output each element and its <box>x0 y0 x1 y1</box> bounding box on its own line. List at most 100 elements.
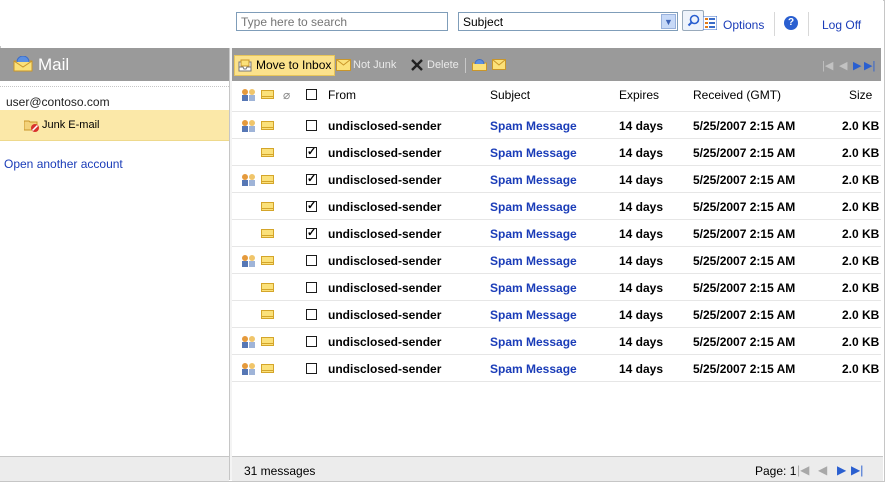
envelope-icon <box>261 202 274 211</box>
message-expires: 14 days <box>619 281 664 295</box>
mail-header: Mail <box>0 48 229 81</box>
column-expires[interactable]: Expires <box>619 88 659 102</box>
message-subject[interactable]: Spam Message <box>490 173 577 187</box>
message-from: undisclosed-sender <box>328 254 442 268</box>
row-checkbox[interactable] <box>306 145 317 158</box>
row-checkbox[interactable] <box>306 120 317 131</box>
message-row[interactable]: undisclosed-sender Spam Message 14 days 5/2… <box>232 274 881 301</box>
message-expires: 14 days <box>619 227 664 241</box>
top-divider <box>774 12 775 36</box>
message-row[interactable]: undisclosed-sender Spam Message 14 days 5/2… <box>232 301 881 328</box>
message-size: 2.0 KB <box>842 173 880 187</box>
search-input[interactable] <box>236 12 448 31</box>
toolbar-divider <box>465 58 466 73</box>
row-checkbox[interactable] <box>306 255 317 266</box>
attachment-icon[interactable]: ⌀ <box>283 88 290 102</box>
message-from: undisclosed-sender <box>328 308 442 322</box>
help-icon[interactable]: ? <box>784 16 798 30</box>
message-from: undisclosed-sender <box>328 119 442 133</box>
row-checkbox[interactable] <box>306 336 317 347</box>
envelope-icon <box>261 364 274 373</box>
message-subject[interactable]: Spam Message <box>490 200 577 214</box>
row-checkbox[interactable] <box>306 172 317 185</box>
message-row[interactable]: undisclosed-sender Spam Message 14 days 5/2… <box>232 139 881 166</box>
message-from: undisclosed-sender <box>328 200 442 214</box>
row-checkbox[interactable] <box>306 363 317 374</box>
page-number: Page: 1 <box>755 464 797 478</box>
message-received: 5/25/2007 2:15 AM <box>693 308 796 322</box>
message-subject[interactable]: Spam Message <box>490 281 577 295</box>
last-page-icon[interactable]: ▶| <box>864 59 875 72</box>
message-expires: 14 days <box>619 335 664 349</box>
message-subject[interactable]: Spam Message <box>490 146 577 160</box>
row-checkbox[interactable] <box>306 226 317 239</box>
row-checkbox[interactable] <box>306 282 317 293</box>
folder-junk-email[interactable]: Junk E-mail <box>0 110 229 141</box>
message-received: 5/25/2007 2:15 AM <box>693 173 796 187</box>
mail-title: Mail <box>38 55 70 74</box>
message-row[interactable]: undisclosed-sender Spam Message 14 days 5/2… <box>232 112 881 139</box>
options-icon[interactable] <box>703 16 717 30</box>
not-junk-button[interactable]: Not Junk <box>353 59 396 71</box>
message-received: 5/25/2007 2:15 AM <box>693 146 796 160</box>
next-page-icon[interactable]: ▶ <box>853 59 861 72</box>
message-from: undisclosed-sender <box>328 281 442 295</box>
message-received: 5/25/2007 2:15 AM <box>693 335 796 349</box>
row-checkbox[interactable] <box>306 309 317 320</box>
message-row[interactable]: undisclosed-sender Spam Message 14 days 5/2… <box>232 247 881 274</box>
delete-button[interactable]: Delete <box>427 59 459 71</box>
column-received[interactable]: Received (GMT) <box>693 88 781 102</box>
message-count: 31 messages <box>244 464 316 478</box>
mail-icon <box>13 56 33 72</box>
folder-label: Junk E-mail <box>42 119 100 131</box>
message-received: 5/25/2007 2:15 AM <box>693 119 796 133</box>
search-button[interactable] <box>682 10 704 31</box>
message-row[interactable]: undisclosed-sender Spam Message 14 days 5/2… <box>232 328 881 355</box>
envelope-icon <box>261 337 274 346</box>
people-icon <box>242 363 255 375</box>
magnifier-icon <box>687 14 700 27</box>
next-page-icon[interactable]: ▶ <box>837 463 846 477</box>
check-messages-icon[interactable] <box>472 58 487 71</box>
options-link[interactable]: Options <box>723 18 764 32</box>
prev-page-icon: ◀ <box>818 463 828 477</box>
message-type-icon[interactable] <box>261 90 274 99</box>
message-from: undisclosed-sender <box>328 227 442 241</box>
message-size: 2.0 KB <box>842 281 880 295</box>
message-subject[interactable]: Spam Message <box>490 254 577 268</box>
message-row[interactable]: undisclosed-sender Spam Message 14 days 5/2… <box>232 355 881 382</box>
message-subject[interactable]: Spam Message <box>490 227 577 241</box>
message-received: 5/25/2007 2:15 AM <box>693 281 796 295</box>
delete-icon <box>411 59 423 71</box>
new-message-icon[interactable] <box>492 59 506 70</box>
message-row[interactable]: undisclosed-sender Spam Message 14 days 5/2… <box>232 193 881 220</box>
open-another-account-link[interactable]: Open another account <box>4 157 123 171</box>
importance-icon[interactable] <box>240 88 260 101</box>
message-from: undisclosed-sender <box>328 146 442 160</box>
move-to-inbox-button[interactable]: Move to Inbox <box>234 55 336 76</box>
message-expires: 14 days <box>619 254 664 268</box>
column-from[interactable]: From <box>328 88 356 102</box>
message-row[interactable]: undisclosed-sender Spam Message 14 days 5/2… <box>232 220 881 247</box>
envelope-icon <box>261 256 274 265</box>
top-divider <box>808 12 809 36</box>
select-all-checkbox[interactable] <box>306 89 317 100</box>
people-icon <box>242 174 255 186</box>
column-size[interactable]: Size <box>849 88 872 102</box>
message-row[interactable]: undisclosed-sender Spam Message 14 days 5/2… <box>232 166 881 193</box>
account-name[interactable]: user@contoso.com <box>6 95 110 109</box>
last-page-icon[interactable]: ▶| <box>851 463 863 477</box>
message-size: 2.0 KB <box>842 335 880 349</box>
search-field-select[interactable]: Subject ▼ <box>458 12 678 31</box>
column-subject[interactable]: Subject <box>490 88 530 102</box>
logoff-link[interactable]: Log Off <box>822 18 861 32</box>
message-subject[interactable]: Spam Message <box>490 335 577 349</box>
message-subject[interactable]: Spam Message <box>490 362 577 376</box>
message-expires: 14 days <box>619 173 664 187</box>
message-subject[interactable]: Spam Message <box>490 119 577 133</box>
row-checkbox[interactable] <box>306 199 317 212</box>
message-subject[interactable]: Spam Message <box>490 308 577 322</box>
chevron-down-icon[interactable]: ▼ <box>661 14 676 29</box>
divider <box>0 86 229 87</box>
message-received: 5/25/2007 2:15 AM <box>693 200 796 214</box>
